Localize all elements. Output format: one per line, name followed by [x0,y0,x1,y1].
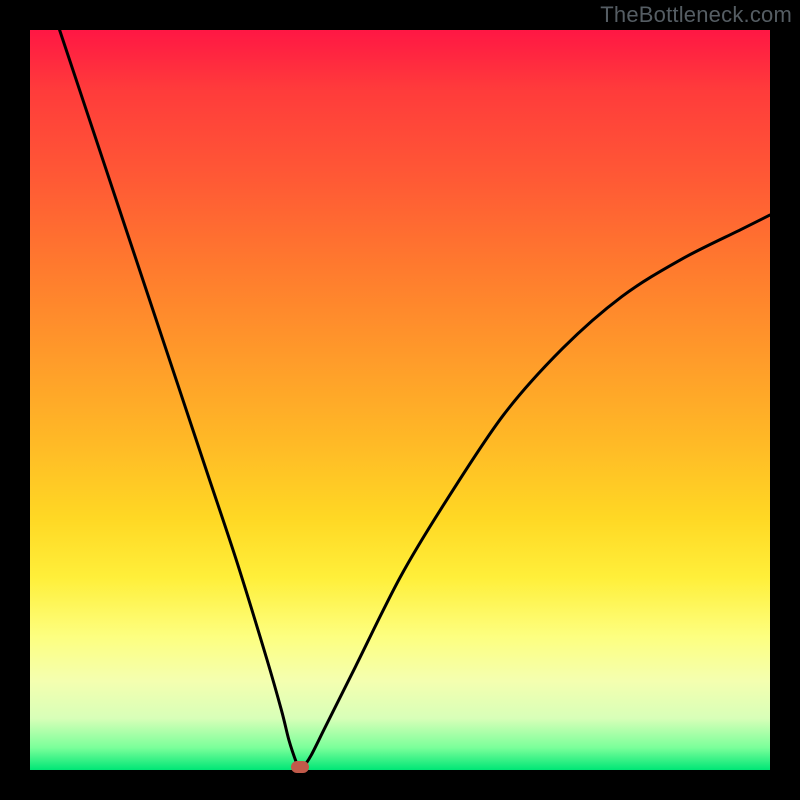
bottleneck-marker [291,761,309,773]
watermark-text: TheBottleneck.com [600,2,792,28]
plot-gradient-area [30,30,770,770]
chart-frame: TheBottleneck.com [0,0,800,800]
